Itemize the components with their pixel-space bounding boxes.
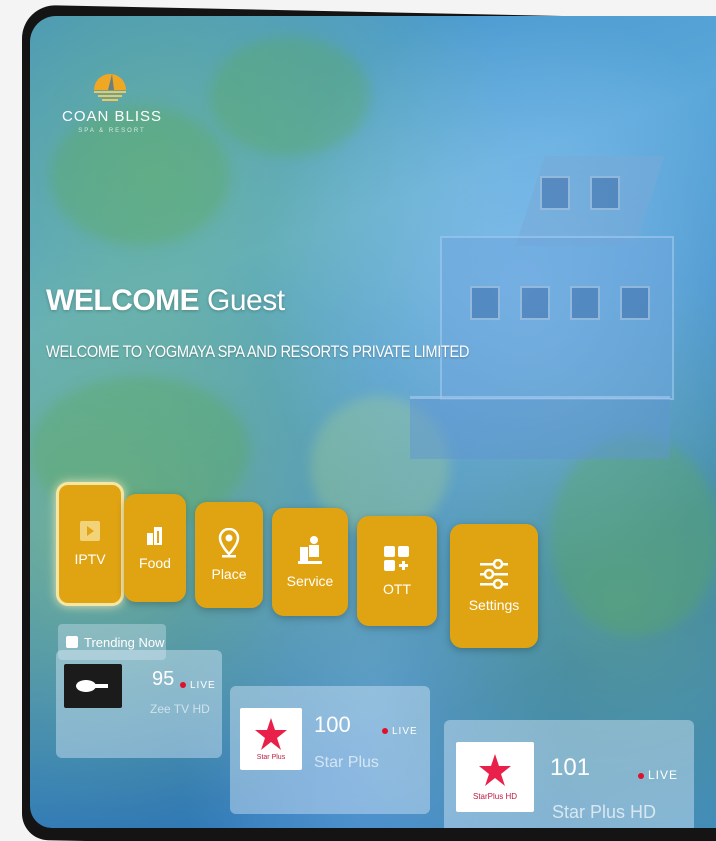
tv-screen: COAN BLISS SPA & RESORT WELCOME Guest WE… [30, 16, 716, 828]
welcome-subtitle: WELCOME TO YOGMAYA SPA AND RESORTS PRIVA… [46, 342, 470, 361]
channel-number: 95 [152, 668, 175, 690]
channel-thumbnail [64, 664, 122, 708]
live-label: LIVE [392, 726, 418, 737]
live-dot-icon [180, 682, 186, 689]
channel-thumbnail: Star Plus [240, 708, 302, 770]
trending-label: Trending Now [84, 634, 165, 650]
channel-name: Star Plus HD [552, 802, 657, 822]
thumbnail-caption: Star Plus [256, 754, 286, 761]
live-badge: LIVE [382, 726, 418, 737]
tile-service-label: Service [286, 573, 334, 589]
guest-name: Guest [207, 284, 285, 317]
channel-number: 100 [314, 712, 351, 737]
sunset-logo-icon [94, 74, 126, 101]
tv-icon [66, 636, 78, 648]
brand-tagline: SPA & RESORT [78, 128, 146, 134]
bellboy-icon [298, 536, 322, 564]
tile-iptv-label: IPTV [74, 551, 106, 567]
location-pin-icon [218, 528, 240, 558]
channel-card-101[interactable]: StarPlus HD 101 LIVE Star Plus HD [444, 720, 694, 828]
food-icon [147, 527, 162, 545]
live-badge: LIVE [638, 768, 678, 782]
live-dot-icon [638, 772, 644, 779]
tile-settings[interactable]: Settings [450, 524, 538, 648]
live-badge: LIVE [180, 680, 216, 691]
foliage [550, 436, 716, 636]
apps-grid-icon [384, 546, 409, 571]
resort-building-image [410, 156, 680, 459]
welcome-bold: WELCOME [46, 284, 200, 317]
live-label: LIVE [190, 680, 216, 691]
live-label: LIVE [648, 768, 679, 782]
resort-logo: COAN BLISS SPA & RESORT [52, 64, 172, 154]
tile-food[interactable]: Food [124, 494, 186, 602]
channel-number: 101 [550, 754, 591, 781]
tile-place[interactable]: Place [195, 502, 263, 608]
thumbnail-caption: StarPlus HD [472, 792, 517, 801]
star-hd-logo-icon [479, 754, 511, 786]
tile-place-label: Place [211, 566, 247, 582]
tile-service[interactable]: Service [272, 508, 348, 616]
channel-name: Zee TV HD [150, 702, 210, 716]
play-icon [80, 521, 100, 541]
foliage [210, 36, 370, 156]
channel-thumbnail: StarPlus HD [456, 742, 534, 812]
photo-frame: COAN BLISS SPA & RESORT WELCOME Guest WE… [0, 0, 716, 841]
channel-name: Star Plus [314, 754, 379, 771]
zee-logo-icon [76, 680, 108, 692]
welcome-heading: WELCOME Guest [46, 284, 285, 318]
live-dot-icon [382, 728, 388, 735]
tile-ott-label: OTT [383, 581, 411, 597]
tile-ott[interactable]: OTT [357, 516, 437, 626]
channel-card-100[interactable]: Star Plus 100 LIVE Star Plus [230, 686, 430, 814]
tile-settings-label: Settings [468, 597, 520, 613]
tile-food-label: Food [139, 555, 171, 571]
tile-iptv[interactable]: IPTV [56, 482, 124, 606]
channel-card-95[interactable]: 95 LIVE Zee TV HD [56, 650, 222, 758]
sliders-icon [480, 559, 508, 589]
brand-name: COAN BLISS [61, 108, 163, 125]
